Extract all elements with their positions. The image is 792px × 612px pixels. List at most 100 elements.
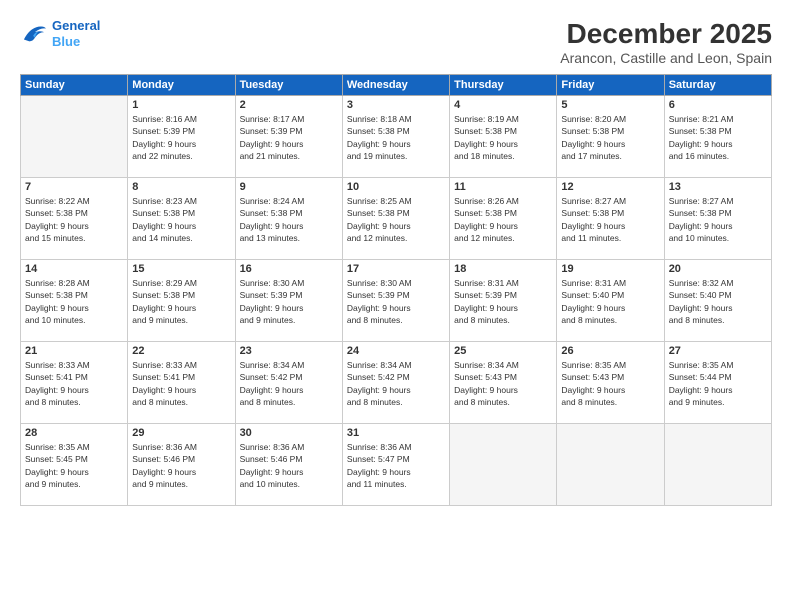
calendar-day: 8 Sunrise: 8:23 AMSunset: 5:38 PMDaylight… <box>128 178 235 260</box>
calendar-header-wednesday: Wednesday <box>342 75 449 96</box>
calendar-day: 7 Sunrise: 8:22 AMSunset: 5:38 PMDaylight… <box>21 178 128 260</box>
day-info: Sunrise: 8:32 AMSunset: 5:40 PMDaylight:… <box>669 277 767 326</box>
day-number: 5 <box>561 99 659 111</box>
calendar-week-3: 14Sunrise: 8:28 AMSunset: 5:38 PMDayligh… <box>21 260 772 342</box>
day-info: Sunrise: 8:23 AMSunset: 5:38 PMDaylight:… <box>132 195 230 244</box>
day-info: Sunrise: 8:31 AMSunset: 5:39 PMDaylight:… <box>454 277 552 326</box>
calendar-day: 12 Sunrise: 8:27 AMSunset: 5:38 PMDayligh… <box>557 178 664 260</box>
day-info: Sunrise: 8:19 AMSunset: 5:38 PMDaylight:… <box>454 113 552 162</box>
calendar-header-friday: Friday <box>557 75 664 96</box>
day-info: Sunrise: 8:21 AMSunset: 5:38 PMDaylight:… <box>669 113 767 162</box>
day-number: 10 <box>347 181 445 193</box>
calendar-day: 10Sunrise: 8:25 AMSunset: 5:38 PMDayligh… <box>342 178 449 260</box>
day-info: Sunrise: 8:27 AMSunset: 5:38 PMDaylight:… <box>561 195 659 244</box>
day-number: 11 <box>454 181 552 193</box>
day-number: 21 <box>25 345 123 357</box>
title-block: December 2025 Arancon, Castille and Leon… <box>560 18 772 66</box>
calendar-day: 18 Sunrise: 8:31 AMSunset: 5:39 PMDayligh… <box>450 260 557 342</box>
day-number: 15 <box>132 263 230 275</box>
calendar-week-1: 1 Sunrise: 8:16 AMSunset: 5:39 PMDaylight… <box>21 96 772 178</box>
calendar-day: 20 Sunrise: 8:32 AMSunset: 5:40 PMDayligh… <box>664 260 771 342</box>
day-number: 17 <box>347 263 445 275</box>
day-number: 16 <box>240 263 338 275</box>
calendar-day: 15 Sunrise: 8:29 AMSunset: 5:38 PMDayligh… <box>128 260 235 342</box>
calendar-header-sunday: Sunday <box>21 75 128 96</box>
day-info: Sunrise: 8:29 AMSunset: 5:38 PMDaylight:… <box>132 277 230 326</box>
day-number: 22 <box>132 345 230 357</box>
calendar-day: 31 Sunrise: 8:36 AMSunset: 5:47 PMDayligh… <box>342 424 449 506</box>
calendar-day <box>450 424 557 506</box>
calendar-week-4: 21 Sunrise: 8:33 AMSunset: 5:41 PMDayligh… <box>21 342 772 424</box>
day-number: 18 <box>454 263 552 275</box>
logo: General Blue <box>20 18 100 49</box>
day-info: Sunrise: 8:33 AMSunset: 5:41 PMDaylight:… <box>132 359 230 408</box>
day-info: Sunrise: 8:36 AMSunset: 5:47 PMDaylight:… <box>347 441 445 490</box>
calendar-day: 11Sunrise: 8:26 AMSunset: 5:38 PMDayligh… <box>450 178 557 260</box>
calendar-day: 17Sunrise: 8:30 AMSunset: 5:39 PMDayligh… <box>342 260 449 342</box>
calendar-day: 29Sunrise: 8:36 AMSunset: 5:46 PMDayligh… <box>128 424 235 506</box>
day-number: 13 <box>669 181 767 193</box>
day-info: Sunrise: 8:17 AMSunset: 5:39 PMDaylight:… <box>240 113 338 162</box>
day-info: Sunrise: 8:33 AMSunset: 5:41 PMDaylight:… <box>25 359 123 408</box>
calendar-header-row: SundayMondayTuesdayWednesdayThursdayFrid… <box>21 75 772 96</box>
calendar-day: 23Sunrise: 8:34 AMSunset: 5:42 PMDayligh… <box>235 342 342 424</box>
day-number: 6 <box>669 99 767 111</box>
logo-text: General Blue <box>52 18 100 49</box>
day-info: Sunrise: 8:35 AMSunset: 5:45 PMDaylight:… <box>25 441 123 490</box>
calendar-day: 30Sunrise: 8:36 AMSunset: 5:46 PMDayligh… <box>235 424 342 506</box>
day-number: 7 <box>25 181 123 193</box>
day-number: 12 <box>561 181 659 193</box>
day-info: Sunrise: 8:16 AMSunset: 5:39 PMDaylight:… <box>132 113 230 162</box>
day-number: 3 <box>347 99 445 111</box>
day-number: 20 <box>669 263 767 275</box>
calendar-day: 14Sunrise: 8:28 AMSunset: 5:38 PMDayligh… <box>21 260 128 342</box>
calendar-day <box>21 96 128 178</box>
day-info: Sunrise: 8:20 AMSunset: 5:38 PMDaylight:… <box>561 113 659 162</box>
day-number: 4 <box>454 99 552 111</box>
day-info: Sunrise: 8:34 AMSunset: 5:43 PMDaylight:… <box>454 359 552 408</box>
day-info: Sunrise: 8:35 AMSunset: 5:43 PMDaylight:… <box>561 359 659 408</box>
calendar-week-5: 28 Sunrise: 8:35 AMSunset: 5:45 PMDayligh… <box>21 424 772 506</box>
day-number: 23 <box>240 345 338 357</box>
day-number: 28 <box>25 427 123 439</box>
day-number: 2 <box>240 99 338 111</box>
calendar-header-thursday: Thursday <box>450 75 557 96</box>
day-number: 8 <box>132 181 230 193</box>
logo-icon <box>20 23 48 45</box>
calendar-day: 5 Sunrise: 8:20 AMSunset: 5:38 PMDaylight… <box>557 96 664 178</box>
calendar-day: 1 Sunrise: 8:16 AMSunset: 5:39 PMDaylight… <box>128 96 235 178</box>
main-title: December 2025 <box>560 18 772 50</box>
day-number: 9 <box>240 181 338 193</box>
calendar-day: 2 Sunrise: 8:17 AMSunset: 5:39 PMDaylight… <box>235 96 342 178</box>
calendar-day: 22 Sunrise: 8:33 AMSunset: 5:41 PMDayligh… <box>128 342 235 424</box>
day-number: 27 <box>669 345 767 357</box>
calendar-day: 6 Sunrise: 8:21 AMSunset: 5:38 PMDaylight… <box>664 96 771 178</box>
day-info: Sunrise: 8:34 AMSunset: 5:42 PMDaylight:… <box>347 359 445 408</box>
day-info: Sunrise: 8:36 AMSunset: 5:46 PMDaylight:… <box>132 441 230 490</box>
calendar-day: 19Sunrise: 8:31 AMSunset: 5:40 PMDayligh… <box>557 260 664 342</box>
day-info: Sunrise: 8:24 AMSunset: 5:38 PMDaylight:… <box>240 195 338 244</box>
day-number: 25 <box>454 345 552 357</box>
calendar-day: 24 Sunrise: 8:34 AMSunset: 5:42 PMDayligh… <box>342 342 449 424</box>
subtitle: Arancon, Castille and Leon, Spain <box>560 50 772 66</box>
day-number: 19 <box>561 263 659 275</box>
day-info: Sunrise: 8:35 AMSunset: 5:44 PMDaylight:… <box>669 359 767 408</box>
calendar-day: 13Sunrise: 8:27 AMSunset: 5:38 PMDayligh… <box>664 178 771 260</box>
calendar-week-2: 7 Sunrise: 8:22 AMSunset: 5:38 PMDaylight… <box>21 178 772 260</box>
day-number: 26 <box>561 345 659 357</box>
day-number: 24 <box>347 345 445 357</box>
calendar-day: 27 Sunrise: 8:35 AMSunset: 5:44 PMDayligh… <box>664 342 771 424</box>
day-info: Sunrise: 8:22 AMSunset: 5:38 PMDaylight:… <box>25 195 123 244</box>
calendar-header-saturday: Saturday <box>664 75 771 96</box>
calendar-day: 16Sunrise: 8:30 AMSunset: 5:39 PMDayligh… <box>235 260 342 342</box>
calendar-day: 3Sunrise: 8:18 AMSunset: 5:38 PMDaylight… <box>342 96 449 178</box>
calendar-day: 28 Sunrise: 8:35 AMSunset: 5:45 PMDayligh… <box>21 424 128 506</box>
calendar-day: 9 Sunrise: 8:24 AMSunset: 5:38 PMDaylight… <box>235 178 342 260</box>
calendar-day: 25 Sunrise: 8:34 AMSunset: 5:43 PMDayligh… <box>450 342 557 424</box>
calendar: SundayMondayTuesdayWednesdayThursdayFrid… <box>20 74 772 506</box>
calendar-day: 26 Sunrise: 8:35 AMSunset: 5:43 PMDayligh… <box>557 342 664 424</box>
day-number: 31 <box>347 427 445 439</box>
calendar-day <box>664 424 771 506</box>
day-number: 14 <box>25 263 123 275</box>
day-number: 1 <box>132 99 230 111</box>
